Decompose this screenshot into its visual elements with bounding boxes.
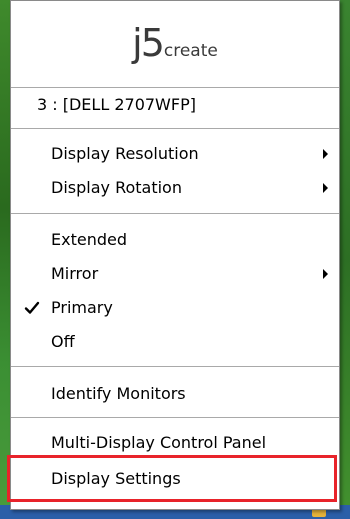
menu-item-extended[interactable]: Extended — [11, 223, 339, 257]
menu-item-display-resolution[interactable]: Display Resolution — [11, 137, 339, 171]
logo-sub-text: create — [163, 41, 218, 61]
menu-item-label: Primary — [51, 298, 113, 317]
menu-item-mirror[interactable]: Mirror — [11, 257, 339, 291]
menu-item-label: Display Settings — [51, 469, 181, 488]
logo-mark: j5 create — [132, 21, 218, 65]
j5create-logo: j5 create — [11, 1, 339, 89]
menu-item-label: Multi-Display Control Panel — [51, 433, 267, 452]
menu-item-label: Display Rotation — [51, 178, 182, 197]
menu-item-label: Display Resolution — [51, 144, 199, 163]
menu-item-label: 3 : [DELL 2707WFP] — [37, 95, 196, 114]
menu-item-label: Extended — [51, 230, 127, 249]
chevron-right-icon — [323, 183, 328, 193]
menu-item-multi-display-control-panel[interactable]: Multi-Display Control Panel — [11, 426, 339, 460]
menu-item-identify-monitors[interactable]: Identify Monitors — [11, 377, 339, 411]
menu-item-monitor-header[interactable]: 3 : [DELL 2707WFP] — [11, 88, 339, 122]
menu-item-label: Off — [51, 332, 75, 351]
menu-separator — [11, 417, 339, 418]
menu-item-label: Mirror — [51, 264, 99, 283]
chevron-right-icon — [323, 149, 328, 159]
menu-item-display-rotation[interactable]: Display Rotation — [11, 171, 339, 205]
menu-item-off[interactable]: Off — [11, 325, 339, 359]
menu-item-primary[interactable]: Primary — [11, 291, 339, 325]
logo-main-text: j5 — [132, 21, 165, 65]
menu-separator — [11, 366, 339, 367]
chevron-right-icon — [323, 269, 328, 279]
checkmark-icon — [24, 301, 40, 314]
menu-separator — [11, 213, 339, 214]
menu-separator — [11, 128, 339, 129]
menu-item-display-settings[interactable]: Display Settings — [11, 462, 339, 496]
context-menu: j5 create 3 : [DELL 2707WFP] Display Res… — [10, 0, 340, 510]
menu-item-label: Identify Monitors — [51, 384, 186, 403]
